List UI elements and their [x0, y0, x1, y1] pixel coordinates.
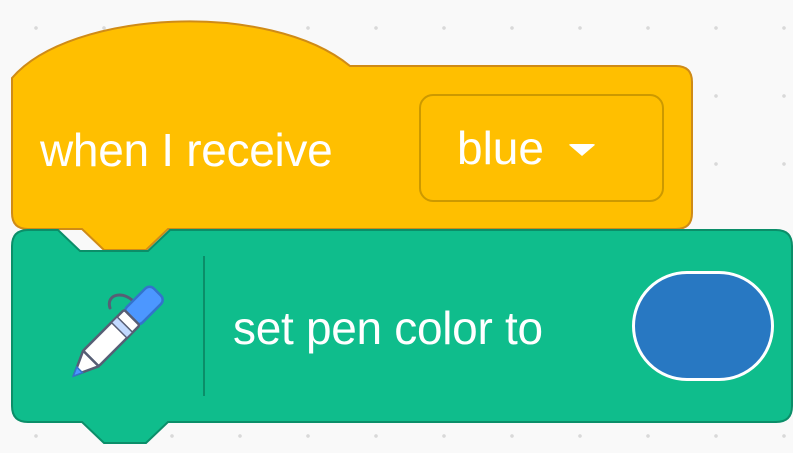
code-workspace: when I receive blue set pen color to — [0, 0, 793, 453]
chevron-down-icon — [567, 144, 596, 156]
block-divider — [203, 256, 205, 396]
set-pen-color-label: set pen color to — [233, 302, 543, 354]
pen-color-swatch[interactable] — [632, 271, 774, 381]
pen-icon — [71, 285, 164, 378]
when-i-receive-label: when I receive — [40, 124, 333, 176]
dropdown-value: blue — [457, 122, 544, 174]
message-dropdown[interactable]: blue — [419, 94, 664, 202]
